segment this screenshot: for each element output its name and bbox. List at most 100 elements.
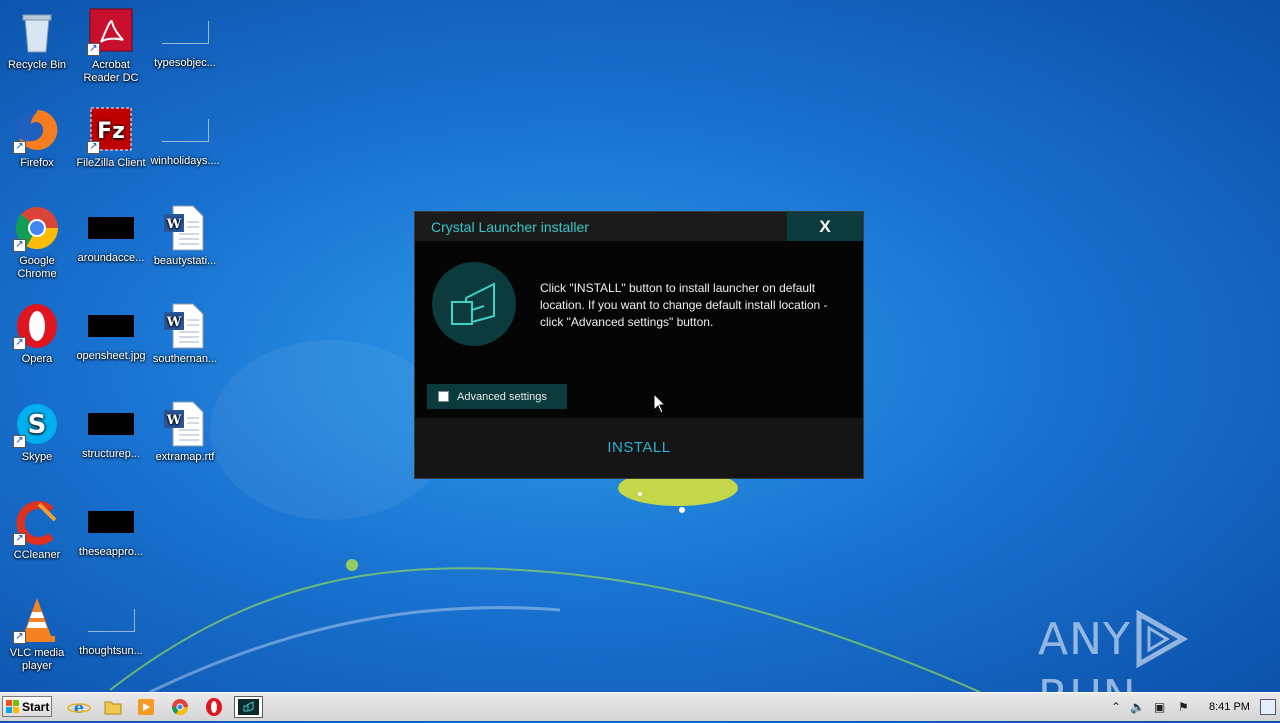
desktop-icon-label: Firefox [20, 157, 54, 169]
installer-dialog: Crystal Launcher installer X Click "INST… [414, 211, 864, 479]
desktop-icon-acrobat[interactable]: ↗ Acrobat Reader DC [74, 8, 148, 85]
media-player-icon [138, 699, 154, 715]
taskbar-opera[interactable] [201, 696, 227, 718]
word-document-icon: W [161, 204, 209, 252]
show-hidden-icons-icon[interactable]: ⌃ [1111, 700, 1121, 714]
shortcut-arrow-icon: ↗ [13, 435, 26, 448]
ccleaner-icon: ↗ [13, 498, 61, 546]
desktop-icon-label: VLC media player [9, 647, 65, 672]
taskbar-internet-explorer[interactable]: e [66, 696, 92, 718]
desktop-icon-theseappro[interactable]: theseappro... [74, 498, 148, 559]
desktop-icon-filezilla[interactable]: Fz ↗ FileZilla Client [74, 106, 148, 170]
blank-file-icon [161, 21, 209, 44]
chrome-icon [171, 699, 189, 716]
desktop-icon-skype[interactable]: S ↗ Skype [0, 400, 74, 464]
install-button[interactable]: INSTALL [589, 439, 689, 456]
watermark-left-text: ANY [1038, 613, 1131, 665]
desktop-icon-label: opensheet.jpg [76, 350, 146, 362]
desktop-icon-opera[interactable]: ↗ Opera [0, 302, 74, 366]
black-thumbnail-icon [88, 217, 134, 239]
install-bar[interactable]: INSTALL [415, 418, 863, 478]
desktop-icon-label: theseappro... [78, 546, 144, 558]
taskbar-chrome[interactable] [167, 696, 193, 718]
desktop-icon-southernan[interactable]: W southernan... [148, 302, 222, 366]
dialog-titlebar[interactable]: Crystal Launcher installer X [415, 212, 863, 241]
svg-text:S: S [28, 410, 47, 440]
opera-icon: ↗ [13, 302, 61, 350]
desktop-icon-extramap[interactable]: W extramap.rtf [148, 400, 222, 464]
desktop-icon-label: aroundacce... [77, 252, 145, 264]
shortcut-arrow-icon: ↗ [13, 141, 26, 154]
blank-file-icon [161, 119, 209, 142]
black-thumbnail-icon [88, 315, 134, 337]
chrome-icon: ↗ [13, 204, 61, 252]
desktop-icon-chrome[interactable]: ↗ Google Chrome [0, 204, 74, 281]
action-center-flag-icon[interactable]: ⚑ [1178, 700, 1189, 714]
desktop-icon-thoughtsun[interactable]: thoughtsun... [74, 596, 148, 658]
desktop-icon-recycle-bin[interactable]: Recycle Bin [0, 8, 74, 72]
desktop-icon-opensheet[interactable]: opensheet.jpg [74, 302, 148, 363]
desktop-icon-label: structurep... [81, 448, 141, 460]
desktop-icon-label: Recycle Bin [7, 59, 67, 71]
svg-text:e: e [74, 698, 84, 717]
taskbar-media-player[interactable] [133, 696, 159, 718]
skype-icon: S ↗ [13, 400, 61, 448]
taskbar-crystal-launcher[interactable] [234, 696, 263, 718]
desktop-icon-label: thoughtsun... [79, 645, 143, 657]
desktop-icon-label: extramap.rtf [155, 451, 215, 463]
start-label: Start [22, 700, 50, 714]
desktop-icon-beautystati[interactable]: W beautystati... [148, 204, 222, 268]
desktop-icon-ccleaner[interactable]: ↗ CCleaner [0, 498, 74, 562]
mouse-cursor-icon [653, 393, 667, 414]
crystal-logo-icon [451, 282, 495, 325]
recycle-bin-icon [13, 8, 61, 56]
desktop-icon-label: southernan... [152, 353, 218, 365]
network-icon[interactable]: ▣ [1154, 700, 1165, 714]
windows-logo-icon [6, 700, 19, 713]
opera-icon [206, 698, 222, 716]
show-desktop-button[interactable] [1260, 699, 1276, 715]
svg-text:W: W [166, 413, 182, 428]
black-thumbnail-icon [88, 413, 134, 435]
play-triangle-icon [1136, 610, 1188, 668]
volume-icon[interactable]: 🔈 [1130, 700, 1145, 714]
shortcut-arrow-icon: ↗ [13, 337, 26, 350]
word-document-icon: W [161, 400, 209, 448]
shortcut-arrow-icon: ↗ [87, 43, 100, 56]
desktop-icon-structurep[interactable]: structurep... [74, 400, 148, 461]
desktop-icon-winholidays[interactable]: winholidays.... [148, 106, 222, 168]
shortcut-arrow-icon: ↗ [87, 141, 100, 154]
svg-text:Fz: Fz [97, 119, 125, 144]
desktop-icon-label: Skype [21, 451, 53, 463]
desktop-icon-label: beautystati... [153, 255, 217, 267]
internet-explorer-icon: e [67, 698, 91, 717]
taskbar-clock[interactable]: 8:41 PM [1209, 701, 1250, 713]
dialog-title: Crystal Launcher installer [431, 219, 589, 235]
desktop-icon-label: typesobjec... [154, 57, 216, 69]
shortcut-arrow-icon: ↗ [13, 239, 26, 252]
desktop-icon-aroundacce[interactable]: aroundacce... [74, 204, 148, 265]
crystal-launcher-icon [238, 699, 259, 715]
install-instructions-text: Click "INSTALL" button to install launch… [540, 281, 828, 329]
crystal-launcher-logo [432, 262, 516, 346]
desktop-icon-label: Google Chrome [17, 255, 57, 280]
shortcut-arrow-icon: ↗ [13, 631, 26, 644]
desktop-icon-typesobjec[interactable]: typesobjec... [148, 8, 222, 70]
taskbar-file-explorer[interactable] [100, 696, 126, 718]
advanced-settings-toggle[interactable]: Advanced settings [427, 384, 567, 409]
black-thumbnail-icon [88, 511, 134, 533]
shortcut-arrow-icon: ↗ [13, 533, 26, 546]
desktop-icon-label: Acrobat Reader DC [83, 59, 139, 84]
desktop-icon-firefox[interactable]: ↗ Firefox [0, 106, 74, 170]
start-button[interactable]: Start [2, 696, 52, 717]
acrobat-reader-icon: ↗ [87, 8, 135, 56]
advanced-settings-label: Advanced settings [457, 391, 547, 403]
word-document-icon: W [161, 302, 209, 350]
advanced-settings-checkbox[interactable] [438, 391, 449, 402]
desktop-icon-vlc[interactable]: ↗ VLC media player [0, 596, 74, 673]
desktop-icon-label: FileZilla Client [76, 157, 146, 169]
blank-file-icon [87, 609, 135, 632]
close-button[interactable]: X [787, 212, 863, 241]
svg-text:W: W [166, 217, 182, 232]
svg-text:W: W [166, 315, 182, 330]
